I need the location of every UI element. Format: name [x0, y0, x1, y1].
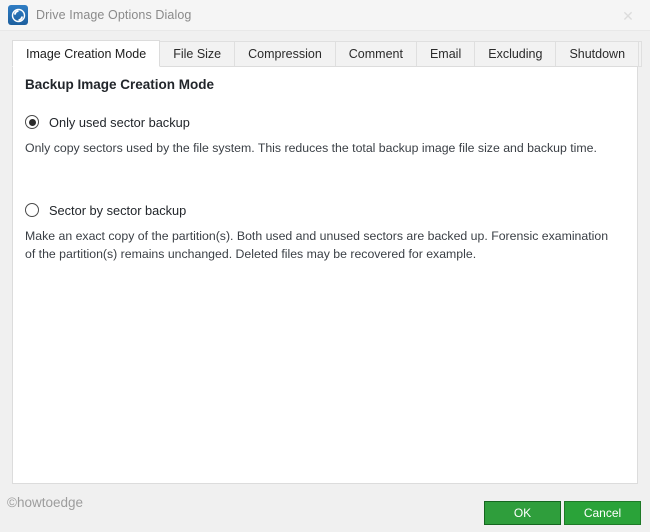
tab-email[interactable]: Email [417, 41, 475, 67]
radio-only-used-sector-label: Only used sector backup [49, 115, 190, 130]
tab-label: Email [430, 47, 461, 61]
drive-image-options-dialog: Drive Image Options Dialog ✕ Image Creat… [0, 0, 650, 532]
tab-panel-image-creation-mode: Backup Image Creation Mode Only used sec… [12, 66, 638, 484]
cancel-button[interactable]: Cancel [564, 501, 641, 525]
tab-shutdown[interactable]: Shutdown [556, 41, 639, 67]
tab-comment[interactable]: Comment [336, 41, 417, 67]
tab-label: Excluding [488, 47, 542, 61]
radio-sector-by-sector-icon[interactable] [25, 203, 39, 217]
radio-row-only-used-sector[interactable]: Only used sector backup [25, 113, 625, 131]
tab-label: Comment [349, 47, 403, 61]
option-only-used-sector[interactable]: Only used sector backup Only copy sector… [25, 113, 625, 158]
tab-label: File Size [173, 47, 221, 61]
radio-row-sector-by-sector[interactable]: Sector by sector backup [25, 201, 625, 219]
ok-button[interactable]: OK [484, 501, 561, 525]
radio-only-used-sector-icon[interactable] [25, 115, 39, 129]
tab-excluding[interactable]: Excluding [475, 41, 556, 67]
tab-label: Image Creation Mode [26, 47, 146, 61]
option-only-used-sector-description: Only copy sectors used by the file syste… [25, 140, 613, 158]
tab-image-creation-mode[interactable]: Image Creation Mode [12, 40, 160, 67]
app-refresh-icon [8, 5, 28, 25]
watermark: ©howtoedge [7, 495, 83, 510]
tab-compression[interactable]: Compression [235, 41, 336, 67]
tab-scroll-left-button[interactable]: ◀ Pas [639, 41, 642, 67]
tab-file-size[interactable]: File Size [160, 41, 235, 67]
window-title: Drive Image Options Dialog [36, 8, 191, 22]
close-icon[interactable]: ✕ [610, 0, 646, 31]
option-sector-by-sector[interactable]: Sector by sector backup Make an exact co… [25, 201, 625, 264]
radio-sector-by-sector-label: Sector by sector backup [49, 203, 186, 218]
option-sector-by-sector-description: Make an exact copy of the partition(s). … [25, 228, 613, 264]
tab-strip: Image Creation Mode File Size Compressio… [12, 41, 638, 67]
dialog-footer: ©howtoedge OK Cancel [0, 484, 650, 532]
chevron-left-icon: ◀ [641, 49, 642, 60]
tab-label: Shutdown [569, 47, 625, 61]
panel-heading: Backup Image Creation Mode [25, 77, 214, 92]
title-bar: Drive Image Options Dialog ✕ [0, 0, 650, 31]
tab-label: Compression [248, 47, 322, 61]
